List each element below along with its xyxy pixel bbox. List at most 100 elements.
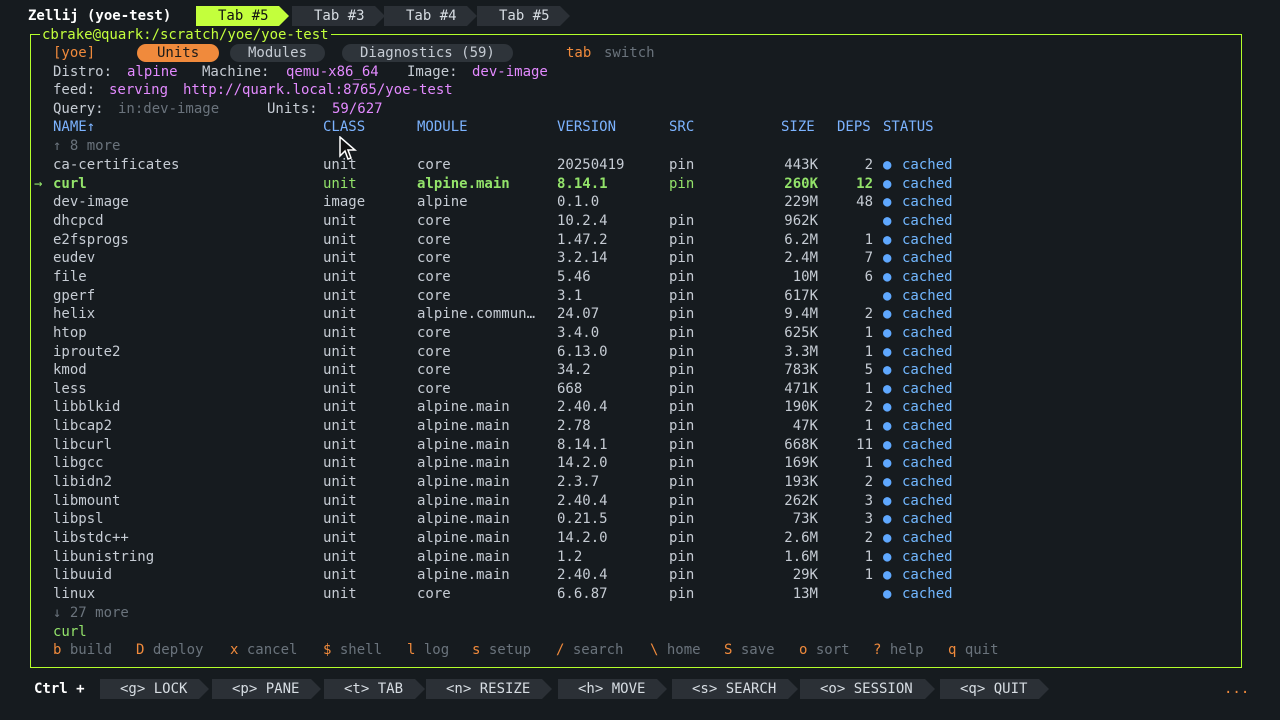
table-row[interactable]: libuuid unit alpine.main 2.40.4 pin 29K 1 ● cach… bbox=[0, 566, 1280, 584]
key-hint[interactable]: x cancel bbox=[230, 641, 297, 659]
tab-2[interactable]: Tab #3 bbox=[292, 6, 385, 26]
table-row[interactable]: gperf unit core 3.1 pin 617K ● cached bbox=[0, 287, 1280, 305]
table-row[interactable]: libidn2 unit alpine.main 2.3.7 pin 193K 2 ● cach… bbox=[0, 473, 1280, 491]
cell-module: core bbox=[417, 362, 451, 379]
key-hint[interactable]: S save bbox=[724, 641, 775, 659]
table-row[interactable]: less unit core 668 pin 471K 1 ● cached bbox=[0, 380, 1280, 398]
cell-name: dhcpcd bbox=[53, 212, 104, 229]
table-row[interactable]: e2fsprogs unit core 1.47.2 pin 6.2M 1 ● cached bbox=[0, 231, 1280, 249]
cell-status: cached bbox=[902, 511, 953, 528]
table-row[interactable]: eudev unit core 3.2.14 pin 2.4M 7 ● cached bbox=[0, 249, 1280, 267]
table-row[interactable]: file unit core 5.46 pin 10M 6 ● cached bbox=[0, 268, 1280, 286]
overflow-indicator: ... bbox=[1224, 681, 1250, 697]
key-hint[interactable]: q quit bbox=[948, 641, 999, 659]
cell-version: 20250419 bbox=[557, 157, 625, 173]
tab-units[interactable]: Units bbox=[137, 44, 220, 62]
key-hint[interactable]: o sort bbox=[799, 641, 850, 659]
cell-module: alpine.main bbox=[417, 548, 510, 565]
key-hint[interactable]: b build bbox=[53, 641, 112, 659]
table-row[interactable]: libpsl unit alpine.main 0.21.5 pin 73K 3 ● cache… bbox=[0, 510, 1280, 528]
table-row[interactable]: kmod unit core 34.2 pin 783K 5 ● cached bbox=[0, 361, 1280, 379]
cell-class: unit bbox=[323, 511, 357, 528]
cell-deps: 48 bbox=[856, 194, 873, 211]
tab-4[interactable]: Tab #5 bbox=[477, 6, 570, 26]
mode-resize[interactable]: <n> RESIZE bbox=[426, 679, 553, 699]
key-hint-label: home bbox=[666, 642, 701, 658]
table-row[interactable]: ca-certificates unit core 20250419 pin 443K 2 ●… bbox=[0, 156, 1280, 174]
key-hint[interactable]: l log bbox=[407, 641, 449, 659]
tab-1[interactable]: Tab #5 bbox=[196, 6, 289, 26]
table-row[interactable]: dhcpcd unit core 10.2.4 pin 962K ● cached bbox=[0, 212, 1280, 230]
key-hint[interactable]: \ home bbox=[650, 641, 701, 659]
table-row[interactable]: libunistring unit alpine.main 1.2 pin 1.6M 1 ● c… bbox=[0, 548, 1280, 566]
cell-class: unit bbox=[323, 455, 357, 472]
table-row[interactable]: libcurl unit alpine.main 8.14.1 pin 668K 11 ● ca… bbox=[0, 436, 1280, 454]
cell-class: unit bbox=[323, 380, 357, 397]
table-row[interactable]: dev-image image alpine 0.1.0 229M 48 ● cached bbox=[0, 193, 1280, 211]
feed-url[interactable]: http://quark.local:8765/yoe-test bbox=[183, 81, 453, 99]
table-row[interactable]: → curl unit alpine.main 8.14.1 pin 260K 12 ● cach… bbox=[0, 175, 1280, 193]
cell-version: 2.40.4 bbox=[557, 567, 608, 584]
image-label: Image: bbox=[407, 64, 458, 80]
mode-session[interactable]: <o> SESSION bbox=[800, 679, 935, 699]
table-row[interactable]: libcap2 unit alpine.main 2.78 pin 47K 1 ● cached bbox=[0, 417, 1280, 435]
cell-src: pin bbox=[669, 231, 695, 248]
cell-status: cached bbox=[902, 231, 953, 248]
mode-lock[interactable]: <g> LOCK bbox=[100, 679, 210, 699]
mode-search[interactable]: <s> SEARCH bbox=[672, 679, 799, 699]
header-deps[interactable]: DEPS bbox=[837, 118, 871, 136]
status-dot-icon: ● bbox=[883, 418, 892, 435]
header-status[interactable]: STATUS bbox=[883, 118, 934, 136]
header-size[interactable]: SIZE bbox=[781, 118, 815, 136]
header-version[interactable]: VERSION bbox=[557, 118, 616, 136]
mode-move[interactable]: <h> MOVE bbox=[558, 679, 668, 699]
key-hint[interactable]: D deploy bbox=[136, 641, 203, 659]
table-row[interactable]: iproute2 unit core 6.13.0 pin 3.3M 1 ● cached bbox=[0, 343, 1280, 361]
status-dot-icon: ● bbox=[883, 511, 892, 528]
key-hint[interactable]: $ shell bbox=[323, 641, 382, 659]
selected-row-marker: → bbox=[34, 175, 43, 192]
cell-name: gperf bbox=[53, 287, 96, 304]
cell-module: alpine.main bbox=[417, 492, 510, 509]
cell-version: 34.2 bbox=[557, 362, 591, 379]
header-module[interactable]: MODULE bbox=[417, 118, 468, 136]
table-row[interactable]: linux unit core 6.6.87 pin 13M ● cached bbox=[0, 585, 1280, 603]
header-src[interactable]: SRC bbox=[669, 118, 694, 136]
tab-3[interactable]: Tab #4 bbox=[384, 6, 477, 26]
cell-src: pin bbox=[669, 268, 695, 285]
status-dot-icon: ● bbox=[883, 250, 892, 267]
cell-module: core bbox=[417, 268, 451, 285]
cell-name: libblkid bbox=[53, 399, 121, 416]
cell-name: libmount bbox=[53, 492, 121, 509]
header-class[interactable]: CLASS bbox=[323, 118, 365, 136]
tab-diagnostics[interactable]: Diagnostics (59) bbox=[342, 44, 513, 62]
table-row[interactable]: libblkid unit alpine.main 2.40.4 pin 190K 2 ● ca… bbox=[0, 398, 1280, 416]
cell-size: 962K bbox=[784, 212, 818, 229]
table-row[interactable]: libstdc++ unit alpine.main 14.2.0 pin 2.6M 2 ● c… bbox=[0, 529, 1280, 547]
mode-pane[interactable]: <p> PANE bbox=[212, 679, 322, 699]
status-dot-icon: ● bbox=[883, 268, 892, 285]
cell-module: alpine.main bbox=[417, 455, 510, 472]
mode-quit[interactable]: <q> QUIT bbox=[940, 679, 1050, 699]
table-row[interactable]: htop unit core 3.4.0 pin 625K 1 ● cached bbox=[0, 324, 1280, 342]
cell-deps: 1 bbox=[864, 231, 873, 248]
cell-status: cached bbox=[902, 157, 953, 173]
table-row[interactable]: libmount unit alpine.main 2.40.4 pin 262K 3 ● ca… bbox=[0, 492, 1280, 510]
cell-status: cached bbox=[902, 455, 953, 472]
cell-src: pin bbox=[669, 399, 695, 416]
cell-size: 10M bbox=[792, 268, 818, 285]
key-hint-label: search bbox=[572, 642, 624, 658]
cell-module: alpine.main bbox=[417, 530, 510, 546]
cell-module: core bbox=[417, 324, 451, 341]
cell-version: 2.40.4 bbox=[557, 399, 608, 416]
header-name[interactable]: NAME↑ bbox=[53, 118, 95, 136]
key-hint[interactable]: / search bbox=[556, 641, 623, 659]
table-row[interactable]: libgcc unit alpine.main 14.2.0 pin 169K 1 ● cach… bbox=[0, 454, 1280, 472]
key-hint[interactable]: s setup bbox=[472, 641, 531, 659]
table-row[interactable]: helix unit alpine.commun… 24.07 pin 9.4M 2 ● cac… bbox=[0, 305, 1280, 323]
tab-modules[interactable]: Modules bbox=[230, 44, 326, 62]
query-input[interactable]: in:dev-image bbox=[118, 100, 219, 118]
mode-tab[interactable]: <t> TAB bbox=[324, 679, 426, 699]
cell-version: 2.78 bbox=[557, 418, 591, 435]
key-hint[interactable]: ? help bbox=[873, 641, 924, 659]
